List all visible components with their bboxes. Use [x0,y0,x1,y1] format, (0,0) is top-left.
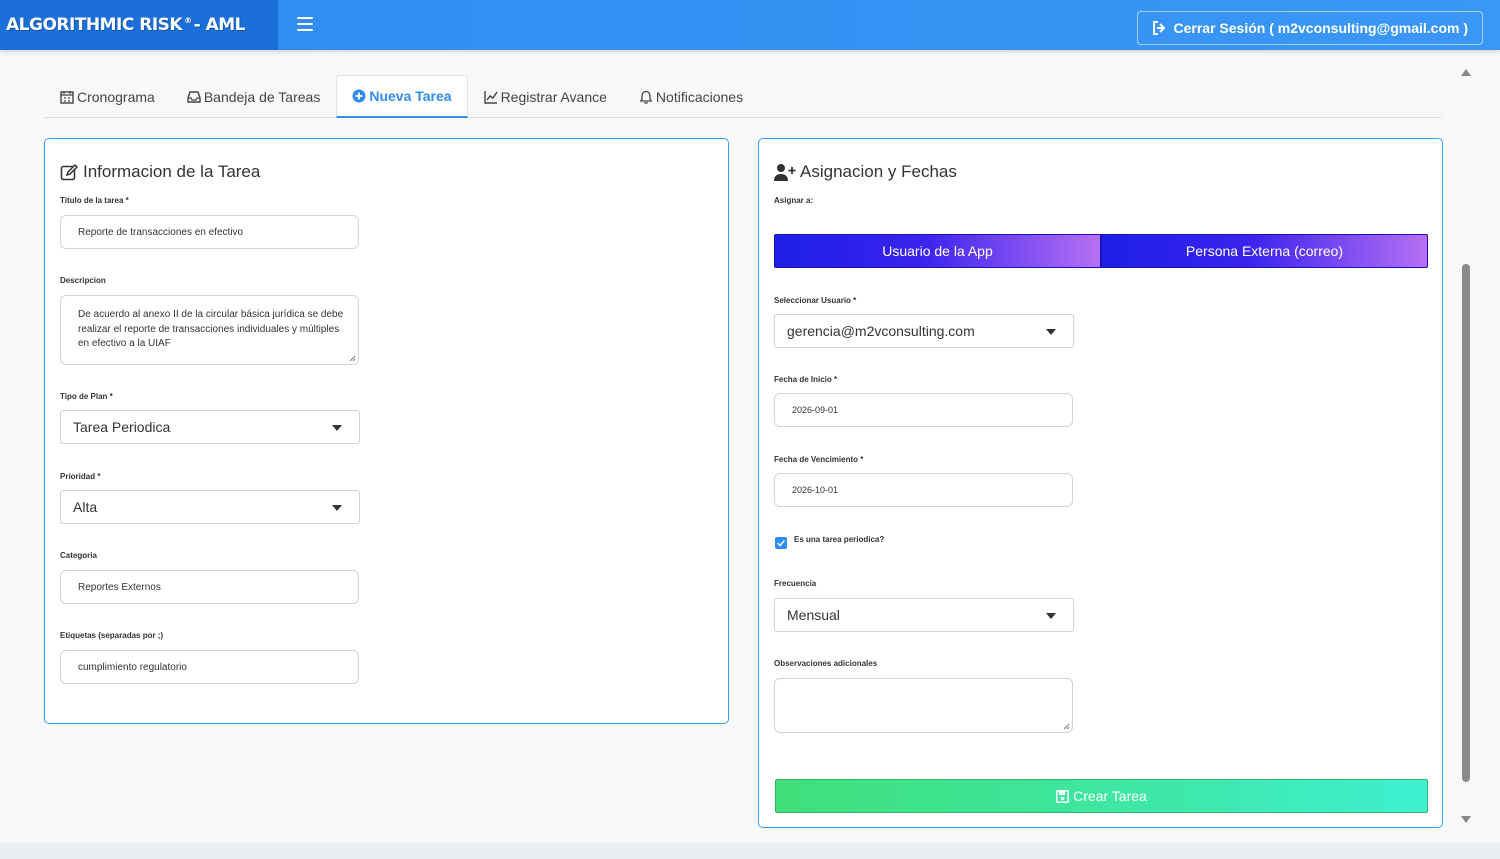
plan-type-label: Tipo de Plan * [60,392,113,401]
plus-circle-icon [352,89,366,103]
top-navbar: ALGORITHMIC RISK ® - AML Cerrar Sesión ( m… [0,0,1500,50]
logout-button[interactable]: Cerrar Sesión ( m2vconsulting@gmail.com … [1136,11,1483,45]
priority-label: Prioridad * [60,472,101,481]
tags-label: Etiquetas (separadas por ;) [60,631,164,640]
tab-notificaciones[interactable]: Notificaciones [623,75,759,118]
tab-bandeja-de-tareas[interactable]: Bandeja de Tareas [171,75,337,118]
description-label: Descripcion [60,276,106,285]
logout-label: Cerrar Sesión ( m2vconsulting@gmail.com … [1173,20,1469,36]
due-date-input[interactable]: 2026-10-01 [774,473,1073,507]
main-tabs: Cronograma Bandeja de Tareas Nueva Tarea… [44,75,1442,118]
tags-input[interactable]: cumplimiento regulatorio [60,650,359,684]
brand-logo[interactable]: ALGORITHMIC RISK ® - AML [0,0,278,50]
assignment-heading: Asignacion y Fechas [774,162,957,182]
scroll-up-arrow-icon[interactable] [1461,69,1471,76]
inbox-icon [187,90,201,103]
notes-textarea[interactable] [774,678,1073,733]
menu-toggle-icon[interactable] [297,17,313,31]
create-task-button[interactable]: Crear Tarea [775,779,1428,813]
assign-to-label: Asignar a: [774,196,814,205]
calendar-icon [60,90,74,104]
start-date-input[interactable]: 2026-09-01 [774,393,1073,427]
save-icon [1056,789,1070,803]
tab-cronograma[interactable]: Cronograma [44,75,171,118]
app-user-button[interactable]: Usuario de la App [774,234,1101,268]
tab-label: Bandeja de Tareas [203,88,321,105]
tab-label: Registrar Avance [500,88,607,105]
scroll-down-arrow-icon[interactable] [1461,816,1471,823]
user-plus-icon [774,163,796,181]
chevron-down-icon [332,505,342,511]
assignment-card: Asignacion y Fechas Asignar a: Usuario d… [758,138,1443,828]
check-icon [777,540,785,547]
tab-label: Notificaciones [655,88,744,105]
edit-icon [60,163,79,180]
bell-icon [639,90,653,104]
frequency-label: Frecuencia [774,579,817,588]
periodic-checkbox[interactable] [775,537,787,549]
task-info-card: Informacion de la Tarea Titulo de la tar… [44,138,729,724]
tab-nueva-tarea[interactable]: Nueva Tarea [336,75,468,118]
frequency-select[interactable]: Mensual [774,598,1074,632]
task-title-label: Titulo de la tarea * [60,196,129,205]
chevron-down-icon [332,425,342,431]
plan-type-select[interactable]: Tarea Periodica [60,410,360,444]
tab-label: Nueva Tarea [369,88,452,104]
category-input[interactable]: Reportes Externos [60,570,359,604]
due-date-label: Fecha de Vencimiento * [774,455,864,464]
tab-label: Cronograma [77,88,155,105]
line-chart-icon [483,90,498,104]
scrollbar-thumb[interactable] [1462,264,1470,782]
external-person-button[interactable]: Persona Externa (correo) [1101,234,1428,268]
periodic-checkbox-label: Es una tarea periodica? [794,535,885,544]
resize-handle-icon[interactable] [349,355,356,362]
description-text: De acuerdo al anexo II de la circular bá… [78,309,344,349]
footer-strip [0,843,1500,859]
chevron-down-icon [1046,613,1056,619]
start-date-label: Fecha de Inicio * [774,375,838,384]
select-user-dropdown[interactable]: gerencia@m2vconsulting.com [774,314,1074,348]
priority-select[interactable]: Alta [60,490,360,524]
task-title-input[interactable]: Reporte de transacciones en efectivo [60,215,359,249]
category-label: Categoria [60,551,97,560]
select-user-label: Seleccionar Usuario * [774,296,857,305]
tab-registrar-avance[interactable]: Registrar Avance [468,75,623,118]
sign-out-icon [1152,21,1165,35]
resize-handle-icon[interactable] [1063,723,1070,730]
notes-label: Observaciones adicionales [774,659,878,668]
task-info-heading: Informacion de la Tarea [60,162,260,182]
chevron-down-icon [1046,329,1056,335]
brand-title: ALGORITHMIC RISK ® - AML [6,15,246,35]
description-textarea[interactable]: De acuerdo al anexo II de la circular bá… [60,295,359,365]
